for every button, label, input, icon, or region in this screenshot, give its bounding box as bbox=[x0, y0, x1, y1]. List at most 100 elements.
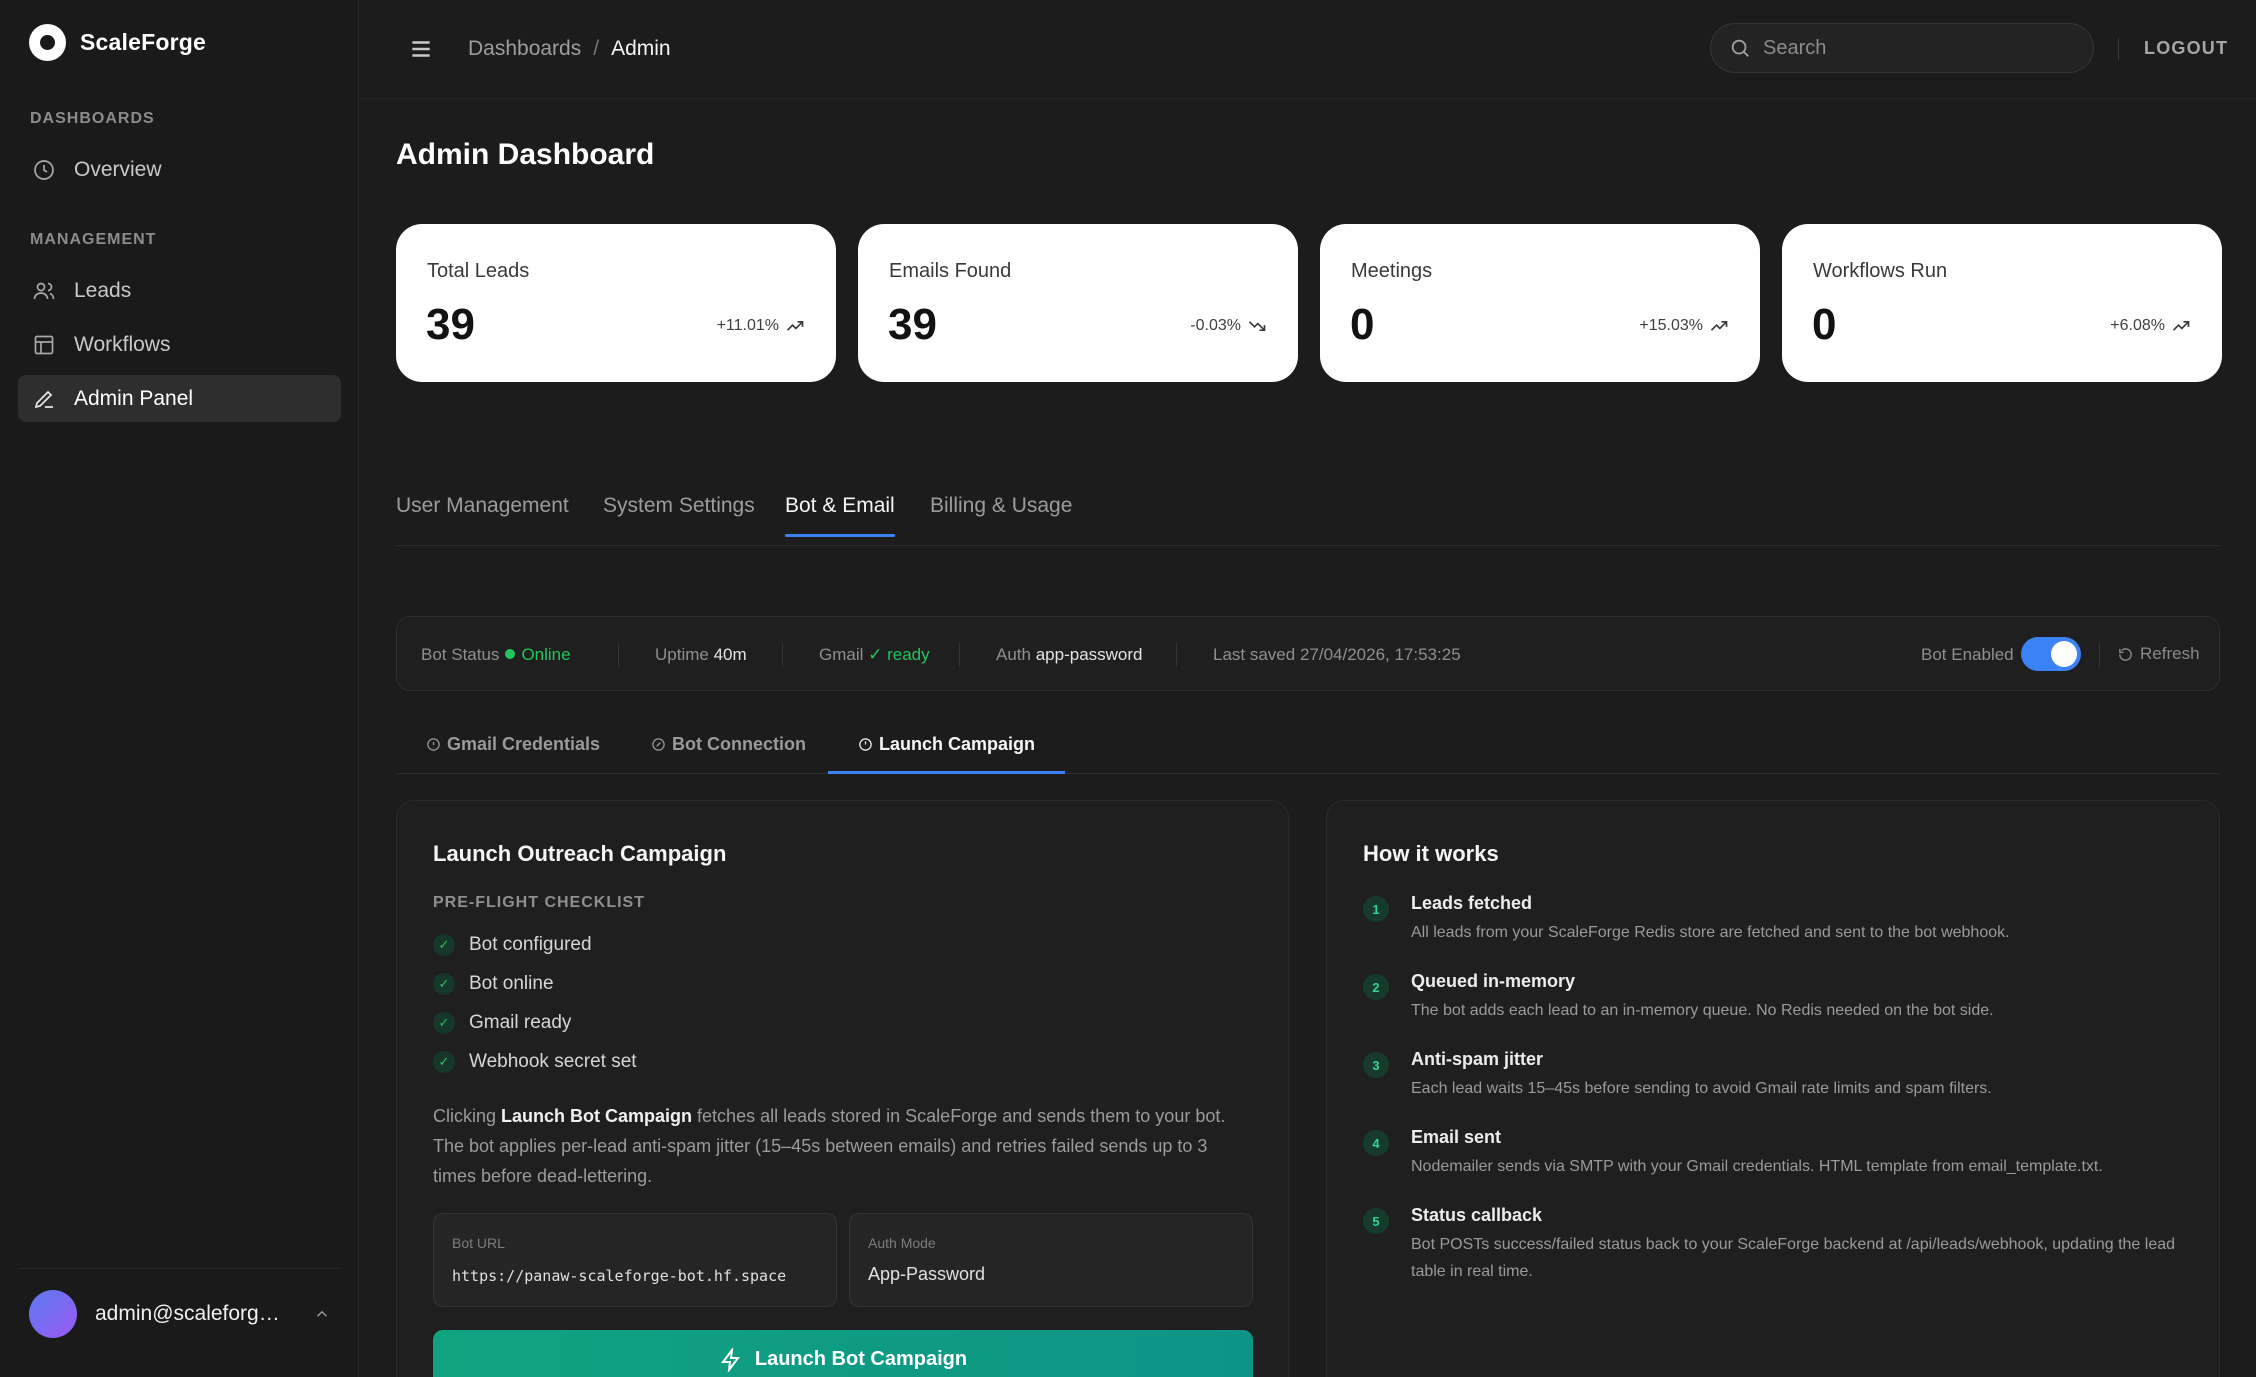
stat-label: Total Leads bbox=[427, 260, 530, 282]
sidebar-item-admin-panel[interactable]: Admin Panel bbox=[18, 375, 341, 422]
clock-icon bbox=[34, 159, 54, 180]
desc-bold: Launch Bot Campaign bbox=[501, 1106, 693, 1126]
menu-toggle-button[interactable] bbox=[408, 36, 434, 62]
last-saved: Last saved 27/04/2026, 17:53:25 bbox=[1213, 645, 1461, 664]
launch-bot-campaign-button[interactable]: Launch Bot Campaign bbox=[433, 1330, 1253, 1377]
refresh-label: Refresh bbox=[2140, 644, 2200, 663]
divider bbox=[959, 643, 960, 667]
stat-value: 39 bbox=[888, 300, 937, 349]
bot-url-value: https://panaw-scaleforge-bot.hf.space bbox=[452, 1267, 787, 1285]
checklist-item: ✓ Gmail ready bbox=[433, 1012, 571, 1034]
sidebar-item-leads[interactable]: Leads bbox=[18, 267, 341, 314]
stat-change-value: +11.01% bbox=[716, 317, 779, 334]
check-icon: ✓ bbox=[433, 973, 455, 995]
stat-change-value: -0.03% bbox=[1190, 317, 1241, 334]
step-text: Nodemailer sends via SMTP with your Gmai… bbox=[1411, 1158, 2103, 1175]
stat-card-workflows-run: Workflows Run 0 +6.08% bbox=[1782, 224, 2222, 382]
info-icon bbox=[427, 738, 440, 751]
panel-title: How it works bbox=[1363, 841, 1499, 866]
desc-text: Clicking bbox=[433, 1106, 502, 1126]
launch-button-label: Launch Bot Campaign bbox=[754, 1348, 968, 1370]
campaign-description: Clicking Launch Bot Campaign fetches all… bbox=[433, 1101, 1253, 1191]
layout-icon bbox=[34, 335, 54, 354]
step-text: All leads from your ScaleForge Redis sto… bbox=[1411, 924, 2010, 941]
brand-name: ScaleForge bbox=[80, 29, 206, 55]
auth-value: app-password bbox=[1035, 645, 1143, 664]
uptime-value: 40m bbox=[713, 645, 747, 664]
sidebar-item-label: Admin Panel bbox=[74, 386, 194, 410]
refresh-button[interactable]: Refresh bbox=[2117, 644, 2200, 664]
step-title: Anti-spam jitter bbox=[1411, 1049, 1544, 1069]
auth-mode-value: App-Password bbox=[868, 1264, 986, 1284]
subtab-launch-campaign[interactable]: Launch Campaign bbox=[827, 734, 1066, 774]
user-menu[interactable]: admin@scaleforge... bbox=[18, 1268, 341, 1358]
breadcrumb-dashboards[interactable]: Dashboards bbox=[468, 37, 581, 61]
check-icon: ✓ bbox=[433, 1051, 455, 1073]
sidebar-item-overview[interactable]: Overview bbox=[18, 146, 341, 193]
step-title: Queued in-memory bbox=[1411, 971, 1576, 991]
step-text: The bot adds each lead to an in-memory q… bbox=[1411, 1002, 1994, 1019]
stat-label: Emails Found bbox=[889, 260, 1012, 282]
chevron-up-icon bbox=[316, 1310, 328, 1317]
step-number: 3 bbox=[1363, 1052, 1389, 1078]
stat-label: Workflows Run bbox=[1813, 260, 1948, 282]
search-box[interactable] bbox=[1710, 23, 2094, 73]
check-icon: ✓ bbox=[433, 934, 455, 956]
gmail-label: Gmail bbox=[819, 645, 864, 664]
users-icon bbox=[33, 282, 55, 299]
subtab-bot-connection[interactable]: Bot Connection bbox=[651, 734, 806, 773]
checklist-item: ✓ Bot configured bbox=[433, 934, 592, 956]
subtab-label: Bot Connection bbox=[672, 734, 806, 754]
gmail-status: Gmail ✓ ready bbox=[819, 645, 930, 665]
divider bbox=[618, 643, 619, 667]
pencil-icon bbox=[34, 390, 53, 408]
logout-button[interactable]: LOGOUT bbox=[2144, 38, 2228, 59]
divider bbox=[1176, 643, 1177, 667]
stat-change: +11.01% bbox=[717, 316, 805, 336]
step-number: 1 bbox=[1363, 896, 1389, 922]
bot-status-bar: Bot Status Online Uptime 40m Gmail ✓ read… bbox=[396, 616, 2220, 691]
bot-url-field: Bot URL https://panaw-scaleforge-bot.hf.… bbox=[433, 1213, 837, 1307]
search-icon bbox=[1731, 39, 1749, 57]
sidebar-item-workflows[interactable]: Workflows bbox=[18, 321, 341, 368]
sidebar-item-label: Workflows bbox=[74, 332, 171, 356]
check-icon: ✓ bbox=[433, 1012, 455, 1034]
brand[interactable]: ScaleForge bbox=[29, 24, 206, 61]
tab-user-management[interactable]: User Management bbox=[396, 494, 569, 536]
step-title: Email sent bbox=[1411, 1127, 1502, 1147]
topbar: Dashboards / Admin LOGOUT bbox=[360, 0, 2256, 99]
refresh-icon bbox=[2119, 647, 2132, 661]
bot-subtabs: Gmail Credentials Bot Connection Launch … bbox=[396, 716, 2220, 774]
checklist-item-label: Bot configured bbox=[469, 934, 592, 955]
bot-status: Bot Status Online bbox=[421, 645, 571, 665]
tab-bot-email[interactable]: Bot & Email bbox=[785, 494, 895, 537]
bot-status-value: Online bbox=[521, 645, 571, 664]
avatar bbox=[29, 1289, 77, 1338]
breadcrumb-current: Admin bbox=[611, 37, 671, 60]
step-text: Bot POSTs success/failed status back to … bbox=[1411, 1236, 2176, 1280]
checklist-item: ✓ Bot online bbox=[433, 973, 554, 995]
divider bbox=[782, 643, 783, 667]
trending-down-icon bbox=[1248, 321, 1266, 331]
sidebar-item-label: Leads bbox=[74, 278, 132, 302]
auth-mode-field: Auth Mode App-Password bbox=[849, 1213, 1253, 1307]
stat-value: 0 bbox=[1350, 300, 1375, 349]
trending-up-icon bbox=[1710, 321, 1728, 331]
tab-billing-usage[interactable]: Billing & Usage bbox=[930, 494, 1072, 536]
stat-card-total-leads: Total Leads 39 +11.01% bbox=[396, 224, 836, 382]
step-title: Leads fetched bbox=[1411, 893, 1533, 913]
stat-change-value: +6.08% bbox=[2110, 317, 2165, 334]
tab-system-settings[interactable]: System Settings bbox=[603, 494, 755, 536]
stat-card-emails-found: Emails Found 39 -0.03% bbox=[858, 224, 1298, 382]
panel-title: Launch Outreach Campaign bbox=[433, 841, 727, 866]
bot-enabled-toggle[interactable] bbox=[2021, 637, 2081, 671]
step-number: 4 bbox=[1363, 1130, 1389, 1156]
stat-value: 0 bbox=[1812, 300, 1837, 349]
gmail-value: ✓ ready bbox=[868, 645, 930, 664]
subtab-label: Gmail Credentials bbox=[447, 734, 601, 754]
uptime-label: Uptime bbox=[655, 645, 709, 664]
section-label-dashboards: DASHBOARDS bbox=[30, 110, 155, 127]
breadcrumb-separator: / bbox=[593, 37, 600, 60]
search-input[interactable] bbox=[1763, 36, 2063, 60]
subtab-gmail-credentials[interactable]: Gmail Credentials bbox=[426, 734, 600, 773]
